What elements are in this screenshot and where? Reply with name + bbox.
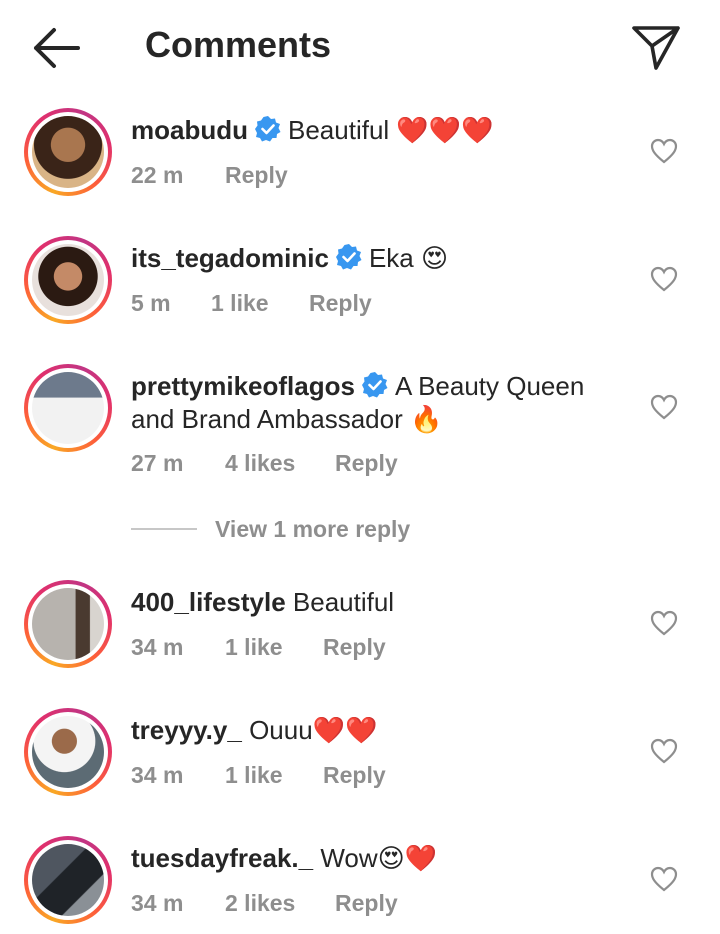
divider xyxy=(131,528,197,530)
comment-username[interactable]: 400_lifestyle xyxy=(131,587,286,617)
comment-body: its_tegadominic Eka 😍 xyxy=(131,242,621,275)
heart-icon[interactable] xyxy=(650,266,678,292)
reply-button[interactable]: Reply xyxy=(335,450,398,477)
comment-time: 34 m xyxy=(131,634,184,660)
comment-text: Ouuu❤️❤️ xyxy=(249,715,378,745)
verified-badge-icon xyxy=(335,244,362,270)
verified-badge-icon xyxy=(255,116,281,142)
header-bar: Comments xyxy=(0,0,720,94)
comment-meta: 27 m 4 likes Reply xyxy=(131,450,398,477)
comment-text-line2: and Brand Ambassador 🔥 xyxy=(131,404,443,434)
comment-meta: 34 m 1 like Reply xyxy=(131,634,386,661)
comment-username[interactable]: tuesdayfreak._ xyxy=(131,843,313,873)
comment-time: 34 m xyxy=(131,890,184,916)
reply-button[interactable]: Reply xyxy=(335,890,398,917)
avatar[interactable] xyxy=(24,236,112,324)
comment-time: 27 m xyxy=(131,450,184,476)
heart-icon[interactable] xyxy=(650,866,678,892)
comment-time: 5 m xyxy=(131,290,171,316)
heart-icon[interactable] xyxy=(650,138,678,164)
comment-time: 34 m xyxy=(131,762,184,788)
comment-text: A Beauty Queen xyxy=(394,371,585,401)
comment-time: 22 m xyxy=(131,162,184,188)
comment-likes[interactable]: 1 like xyxy=(225,762,323,789)
comment-body: treyyy.y_ Ouuu❤️❤️ xyxy=(131,714,621,747)
comment-text: Beautiful ❤️❤️❤️ xyxy=(288,115,494,145)
arrow-left-icon[interactable] xyxy=(30,26,82,70)
heart-icon[interactable] xyxy=(650,610,678,636)
comment-meta: 22 m Reply xyxy=(131,162,288,189)
comment-username[interactable]: treyyy.y_ xyxy=(131,715,242,745)
comment-username[interactable]: its_tegadominic xyxy=(131,243,329,273)
reply-button[interactable]: Reply xyxy=(225,162,288,189)
heart-icon[interactable] xyxy=(650,394,678,420)
comment-body: tuesdayfreak._ Wow😍❤️ xyxy=(131,842,621,875)
comment-meta: 34 m 1 like Reply xyxy=(131,762,386,789)
comment-meta: 34 m 2 likes Reply xyxy=(131,890,398,917)
avatar[interactable] xyxy=(24,364,112,452)
comment-meta: 5 m 1 like Reply xyxy=(131,290,372,317)
page-title: Comments xyxy=(145,24,332,65)
comment-text: Beautiful xyxy=(292,587,395,617)
avatar[interactable] xyxy=(24,108,112,196)
comment-likes[interactable]: 4 likes xyxy=(225,450,335,477)
comment-body: prettymikeoflagos A Beauty Queen and Bran… xyxy=(131,370,621,436)
comment-username[interactable]: moabudu xyxy=(131,115,248,145)
comment-username[interactable]: prettymikeoflagos xyxy=(131,371,355,401)
comment-likes[interactable]: 1 like xyxy=(225,634,323,661)
view-more-replies-label[interactable]: View 1 more reply xyxy=(215,516,410,543)
paper-plane-icon[interactable] xyxy=(630,22,682,72)
comment-likes[interactable]: 2 likes xyxy=(225,890,335,917)
view-more-replies[interactable]: View 1 more reply xyxy=(131,516,551,546)
comment-text: Eka 😍 xyxy=(368,243,449,273)
verified-badge-icon xyxy=(361,372,388,398)
reply-button[interactable]: Reply xyxy=(309,290,372,317)
heart-icon[interactable] xyxy=(650,738,678,764)
comment-body: moabudu Beautiful ❤️❤️❤️ xyxy=(131,114,621,147)
avatar[interactable] xyxy=(24,580,112,668)
comment-body: 400_lifestyle Beautiful xyxy=(131,586,621,619)
reply-button[interactable]: Reply xyxy=(323,762,386,789)
avatar[interactable] xyxy=(24,708,112,796)
comment-likes[interactable]: 1 like xyxy=(211,290,309,317)
comment-text: Wow😍❤️ xyxy=(320,843,438,873)
avatar[interactable] xyxy=(24,836,112,924)
reply-button[interactable]: Reply xyxy=(323,634,386,661)
